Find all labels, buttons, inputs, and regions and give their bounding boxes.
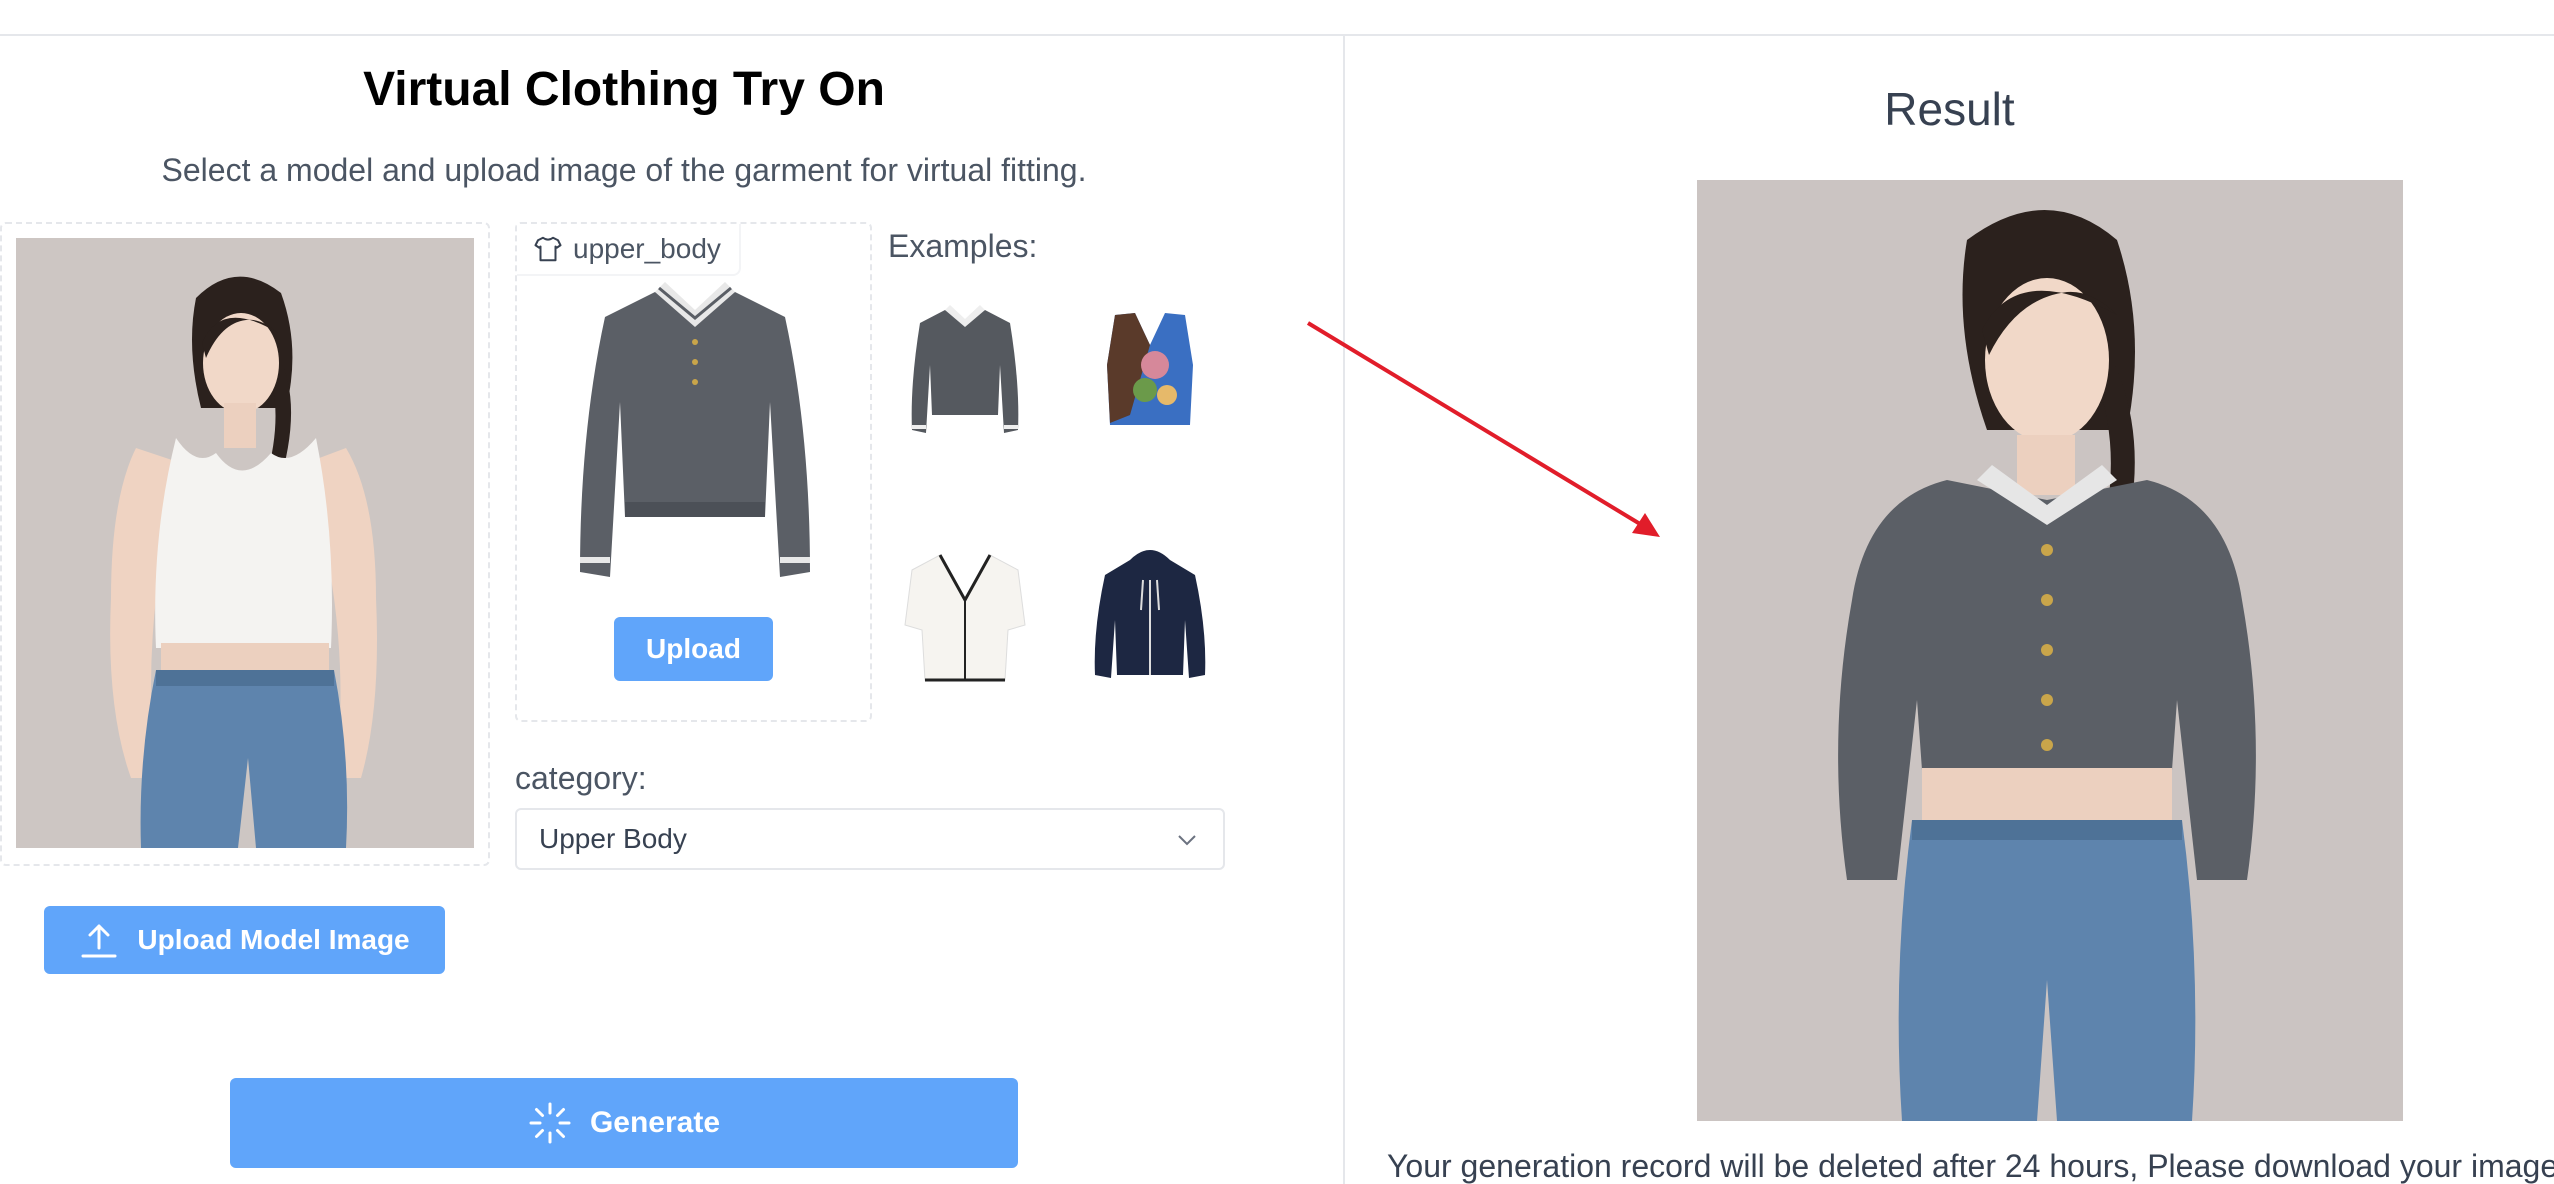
shirt-icon xyxy=(534,236,562,262)
panel-divider xyxy=(1343,36,1345,1184)
gray-polo-sweater-icon xyxy=(911,305,1019,433)
example-item-navy-hoodie[interactable] xyxy=(1085,540,1215,710)
model-image xyxy=(16,238,474,848)
generate-button[interactable]: Generate xyxy=(230,1078,1018,1168)
spinner-icon xyxy=(529,1102,571,1144)
result-image xyxy=(1697,180,2403,1121)
example-item-white-cardigan[interactable] xyxy=(900,540,1030,710)
category-select-value: Upper Body xyxy=(539,823,687,854)
example-item-gray-sweater[interactable] xyxy=(900,295,1030,465)
garment-category-chip: upper_body xyxy=(517,224,741,276)
category-select[interactable]: Upper Body xyxy=(515,808,1225,870)
top-border xyxy=(0,34,2554,36)
page-subtitle: Select a model and upload image of the g… xyxy=(161,152,1087,188)
examples-label: Examples: xyxy=(888,228,1038,264)
annotation-arrow xyxy=(1306,321,1660,537)
upload-model-image-button[interactable]: Upload Model Image xyxy=(44,906,445,974)
category-label: category: xyxy=(515,760,647,796)
result-figure-illustration xyxy=(1697,180,2403,1121)
generate-label: Generate xyxy=(589,1106,721,1139)
result-title: Result xyxy=(1884,83,2015,135)
deletion-notice: Your generation record will be deleted a… xyxy=(1387,1148,2554,1184)
garment-chip-label: upper_body xyxy=(573,233,721,264)
gray-polo-sweater-illustration xyxy=(580,282,810,577)
garment-image xyxy=(575,272,815,588)
upload-model-image-label: Upload Model Image xyxy=(137,924,410,955)
upload-icon xyxy=(81,924,117,958)
garment-upload-button[interactable]: Upload xyxy=(614,617,773,681)
navy-hoodie-icon xyxy=(1094,550,1206,678)
page-title: Virtual Clothing Try On xyxy=(363,63,885,116)
example-item-floral-vest[interactable] xyxy=(1085,295,1215,465)
model-figure-illustration xyxy=(16,238,474,848)
chevron-down-icon xyxy=(1178,835,1196,846)
white-cardigan-icon xyxy=(904,554,1026,682)
floral-vest-icon xyxy=(1107,313,1193,425)
